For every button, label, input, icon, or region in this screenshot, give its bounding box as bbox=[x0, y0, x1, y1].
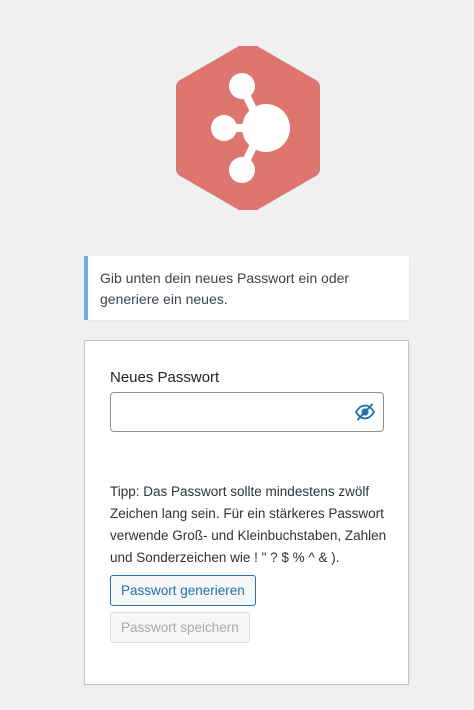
password-label: Neues Passwort bbox=[110, 369, 220, 386]
eye-slash-icon bbox=[355, 403, 375, 421]
new-password-input[interactable] bbox=[110, 392, 384, 432]
generate-password-button[interactable]: Passwort generieren bbox=[110, 575, 256, 606]
info-notice: Gib unten dein neues Passwort ein oder g… bbox=[84, 256, 409, 320]
site-logo[interactable] bbox=[176, 42, 320, 214]
notice-message: Gib unten dein neues Passwort ein oder g… bbox=[100, 270, 350, 307]
password-hint: Tipp: Das Passwort sollte mindestens zwö… bbox=[110, 484, 387, 565]
reset-password-form: Neues Passwort Tipp: Das Passwort sollte… bbox=[84, 340, 409, 685]
toggle-password-visibility-button[interactable] bbox=[353, 401, 377, 423]
share-hexagon-icon bbox=[176, 42, 320, 214]
save-password-button[interactable]: Passwort speichern bbox=[110, 612, 250, 643]
